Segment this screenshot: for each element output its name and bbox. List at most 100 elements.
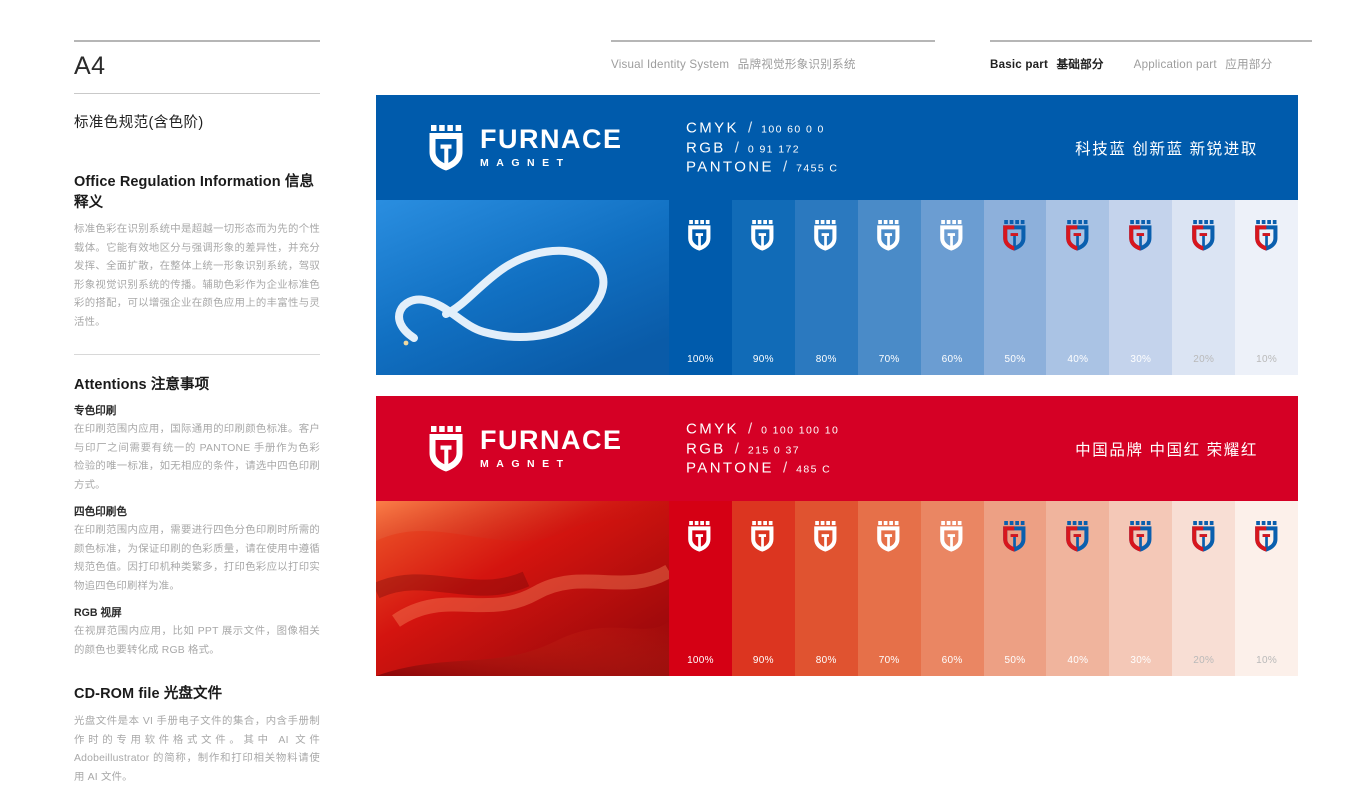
color-panel-red: FURNACE MAGNET CMYK / 0 100 100 10 RGB /…	[376, 396, 1299, 676]
tint-percentage-label: 80%	[815, 655, 837, 666]
wordmark: FURNACE MAGNET	[480, 126, 623, 169]
spec-row-pantone: PANTONE / 485 C	[686, 460, 839, 477]
nav-item-visual-identity-system[interactable]: Visual Identity System 品牌视觉形象识别系统	[611, 56, 856, 72]
wordmark-primary: FURNACE	[480, 124, 623, 155]
spec-key: PANTONE	[686, 158, 774, 176]
nav-item-basic-part[interactable]: Basic part 基础部分	[990, 56, 1104, 72]
attention-item-title: 四色印刷色	[74, 506, 127, 519]
tint-percentage-label: 70%	[878, 354, 900, 365]
spec-row-rgb: RGB / 215 0 37	[686, 440, 839, 457]
tint-swatch: 90%	[731, 200, 795, 375]
spec-value: 215 0 37	[747, 444, 800, 456]
tint-percentage-label: 10%	[1256, 655, 1278, 666]
office-regulation-body: 标准色彩在识别系统中是超越一切形态而为先的个性载体。它能有效地区分与强调形象的差…	[74, 224, 320, 328]
color-specs-red: CMYK / 0 100 100 10 RGB / 215 0 37 PANTO…	[686, 418, 839, 479]
attention-item: 四色印刷色 在印刷范围内应用，需要进行四色分色印刷时所需的颜色标准，为保证印刷的…	[74, 504, 320, 596]
tint-swatch: 100%	[669, 501, 732, 676]
furnace-shield-logo-icon	[876, 521, 902, 552]
furnace-shield-logo-icon	[1002, 220, 1028, 251]
furnace-shield-logo-icon	[1128, 521, 1154, 552]
tint-percentage-label: 30%	[1130, 354, 1152, 365]
tint-swatch: 100%	[669, 200, 732, 375]
tint-percentage-label: 30%	[1130, 655, 1152, 666]
spec-row-cmyk: CMYK / 100 60 0 0	[686, 120, 838, 137]
logo-lockup: FURNACE MAGNET	[428, 124, 623, 171]
wordmark-primary: FURNACE	[480, 425, 623, 456]
furnace-shield-logo-icon	[1002, 521, 1028, 552]
attentions-heading-en: Attentions	[74, 377, 147, 394]
brand-photo-blue-sky	[376, 200, 669, 375]
tagline-blue: 科技蓝 创新蓝 新锐进取	[1075, 140, 1258, 158]
tint-percentage-label: 50%	[1004, 354, 1026, 365]
furnace-shield-logo-icon	[1065, 220, 1091, 251]
tint-percentage-label: 100%	[687, 655, 714, 666]
office-regulation-block: Office Regulation Information 信息释义 标准色彩在…	[74, 170, 320, 332]
tint-percentage-label: 40%	[1067, 354, 1089, 365]
tint-percentage-label: 10%	[1256, 354, 1278, 365]
swatch-area-blue: 100% 90% 80% 70% 60% 50% 40% 30% 20% 10%	[376, 200, 1299, 375]
wordmark: FURNACE MAGNET	[480, 427, 623, 470]
tint-swatch: 50%	[983, 501, 1047, 676]
page-title: 标准色规范(含色阶)	[74, 115, 204, 131]
nav-item-application-part[interactable]: Application part 应用部分	[1134, 56, 1273, 72]
furnace-shield-logo-icon	[813, 521, 839, 552]
tint-swatch: 60%	[920, 501, 984, 676]
spec-value: 0 100 100 10	[761, 424, 840, 437]
spec-separator: /	[747, 119, 753, 137]
furnace-shield-logo-icon	[1191, 220, 1217, 251]
tint-scale-red: 100% 90% 80% 70% 60% 50% 40% 30% 20% 10%	[669, 501, 1299, 676]
logo-lockup: FURNACE MAGNET	[428, 425, 623, 472]
nav-item-label-cn: 应用部分	[1225, 58, 1273, 71]
attention-item-body: 在印刷范围内应用，国际通用的印刷颜色标准。客户与印厂之间需要有统一的 PANTO…	[74, 424, 320, 491]
attention-item-body: 在视屏范围内应用，比如 PPT 展示文件，图像相关的颜色也要转化成 RGB 格式…	[74, 626, 320, 656]
tint-swatch: 90%	[731, 501, 795, 676]
color-band-blue: FURNACE MAGNET CMYK / 100 60 0 0 RGB / 0…	[376, 95, 1298, 200]
tint-swatch: 60%	[920, 200, 984, 375]
tagline-red: 中国品牌 中国红 荣耀红	[1075, 441, 1258, 459]
furnace-shield-logo-icon	[813, 220, 839, 251]
spec-value: 7455 C	[796, 162, 839, 175]
wordmark-secondary: MAGNET	[480, 458, 571, 471]
spec-separator: /	[782, 459, 788, 477]
spec-separator: /	[782, 158, 788, 176]
tint-percentage-label: 50%	[1004, 655, 1026, 666]
nav-right-group: Basic part 基础部分 Application part 应用部分	[990, 40, 1312, 72]
nav-right-rule	[990, 40, 1312, 42]
nav-item-label-en: Basic part	[990, 58, 1049, 71]
spec-key: RGB	[686, 139, 726, 156]
furnace-shield-logo-icon	[428, 425, 466, 472]
tint-swatch: 40%	[1046, 200, 1110, 375]
furnace-shield-logo-icon	[750, 220, 776, 251]
swatch-area-red: 100% 90% 80% 70% 60% 50% 40% 30% 20% 10%	[376, 501, 1299, 676]
tint-percentage-label: 70%	[878, 655, 900, 666]
color-specs-blue: CMYK / 100 60 0 0 RGB / 0 91 172 PANTONE…	[686, 117, 838, 178]
tint-percentage-label: 20%	[1193, 354, 1215, 365]
spec-key: CMYK	[686, 420, 739, 438]
office-regulation-heading: Office Regulation Information 信息释义	[74, 170, 320, 212]
tint-swatch: 10%	[1235, 200, 1299, 375]
office-regulation-heading-en: Office Regulation Information	[74, 174, 281, 190]
tint-percentage-label: 100%	[687, 354, 714, 365]
nav-item-label-cn: 基础部分	[1056, 58, 1104, 71]
spec-separator: /	[747, 420, 753, 438]
color-panel-blue: FURNACE MAGNET CMYK / 100 60 0 0 RGB / 0…	[376, 95, 1299, 375]
color-band-red: FURNACE MAGNET CMYK / 0 100 100 10 RGB /…	[376, 396, 1298, 501]
attentions-heading-cn: 注意事项	[150, 377, 210, 394]
page-size-label: A4	[74, 52, 106, 80]
spec-value: 0 91 172	[747, 143, 800, 155]
nav-left-rule	[611, 40, 935, 42]
furnace-shield-logo-icon	[1254, 220, 1280, 251]
spec-key: PANTONE	[686, 459, 774, 477]
tint-swatch: 30%	[1109, 200, 1173, 375]
attention-item-title: RGB 视屏	[74, 607, 122, 620]
tint-swatch: 10%	[1235, 501, 1299, 676]
furnace-shield-logo-icon	[428, 124, 466, 171]
tint-swatch: 30%	[1109, 501, 1173, 676]
spec-key: RGB	[686, 440, 726, 457]
spec-separator: /	[734, 440, 739, 457]
furnace-shield-logo-icon	[687, 220, 713, 251]
attentions-heading: Attentions 注意事项	[74, 373, 320, 394]
spec-row-pantone: PANTONE / 7455 C	[686, 159, 838, 176]
tint-percentage-label: 90%	[752, 354, 774, 365]
tint-percentage-label: 60%	[941, 655, 963, 666]
